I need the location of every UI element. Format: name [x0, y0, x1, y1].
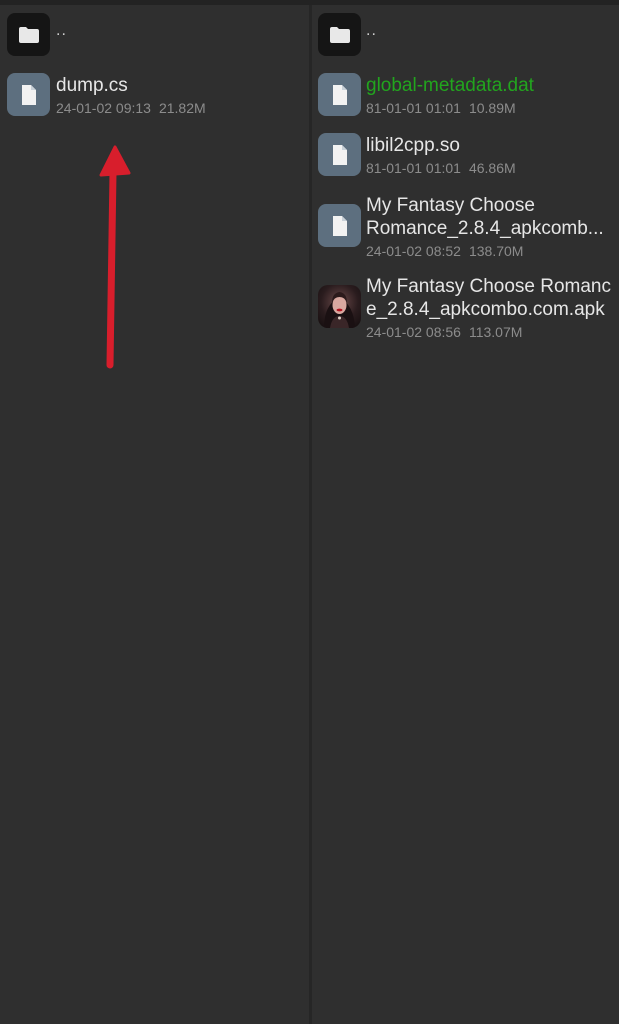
file-icon [7, 73, 50, 116]
file-row-my-fantasy-xapk[interactable]: My Fantasy Choose Romance_2.8.4_apkcomb.… [312, 194, 619, 264]
file-name-line-1: My Fantasy Choose [366, 195, 535, 216]
file-size: 46.86M [468, 160, 516, 176]
file-meta: 81-01-01 01:01 10.89M [366, 100, 516, 117]
left-file-pane[interactable]: .. dump.cs 24-01-02 09:13 21.82M [0, 5, 309, 1024]
file-name: libil2cpp.so [366, 135, 460, 156]
file-date: 24-01-02 08:56 [366, 324, 461, 340]
file-size: 10.89M [468, 100, 516, 116]
red-arrow-up-icon [99, 145, 131, 369]
file-row-libil2cpp[interactable]: libil2cpp.so 81-01-01 01:01 46.86M [312, 133, 619, 189]
file-manager-screen: .. dump.cs 24-01-02 09:13 21.82M .. glob… [0, 0, 619, 1024]
parent-directory-label: .. [366, 22, 377, 39]
file-name: dump.cs [56, 75, 128, 96]
file-size: 21.82M [158, 100, 206, 116]
file-name-line-2: e_2.8.4_apkcombo.com.apk [366, 299, 605, 320]
file-size: 138.70M [468, 243, 524, 259]
apk-app-icon [318, 285, 361, 328]
folder-icon [318, 13, 361, 56]
file-size: 113.07M [468, 324, 523, 340]
file-icon [318, 133, 361, 176]
file-icon [318, 204, 361, 247]
file-row-dump-cs[interactable]: dump.cs 24-01-02 09:13 21.82M [0, 73, 309, 129]
file-date: 24-01-02 08:52 [366, 243, 461, 259]
file-name: global-metadata.dat [366, 75, 534, 96]
file-date: 81-01-01 01:01 [366, 100, 461, 116]
parent-directory-row[interactable]: .. [0, 13, 309, 69]
file-meta: 81-01-01 01:01 46.86M [366, 160, 516, 177]
file-meta: 24-01-02 09:13 21.82M [56, 100, 206, 117]
file-meta: 24-01-02 08:56 113.07M [366, 324, 522, 341]
right-file-pane[interactable]: .. global-metadata.dat 81-01-01 01:01 10.… [312, 5, 619, 1024]
file-name-line-1: My Fantasy Choose Romanc [366, 276, 611, 297]
folder-icon [7, 13, 50, 56]
parent-directory-row[interactable]: .. [312, 13, 619, 69]
file-row-global-metadata[interactable]: global-metadata.dat 81-01-01 01:01 10.89M [312, 73, 619, 129]
file-icon [318, 73, 361, 116]
file-name-line-2: Romance_2.8.4_apkcomb... [366, 218, 604, 239]
file-meta: 24-01-02 08:52 138.70M [366, 243, 523, 260]
file-date: 81-01-01 01:01 [366, 160, 461, 176]
file-row-my-fantasy-apk[interactable]: My Fantasy Choose Romanc e_2.8.4_apkcomb… [312, 275, 619, 345]
parent-directory-label: .. [56, 22, 67, 39]
file-date: 24-01-02 09:13 [56, 100, 151, 116]
